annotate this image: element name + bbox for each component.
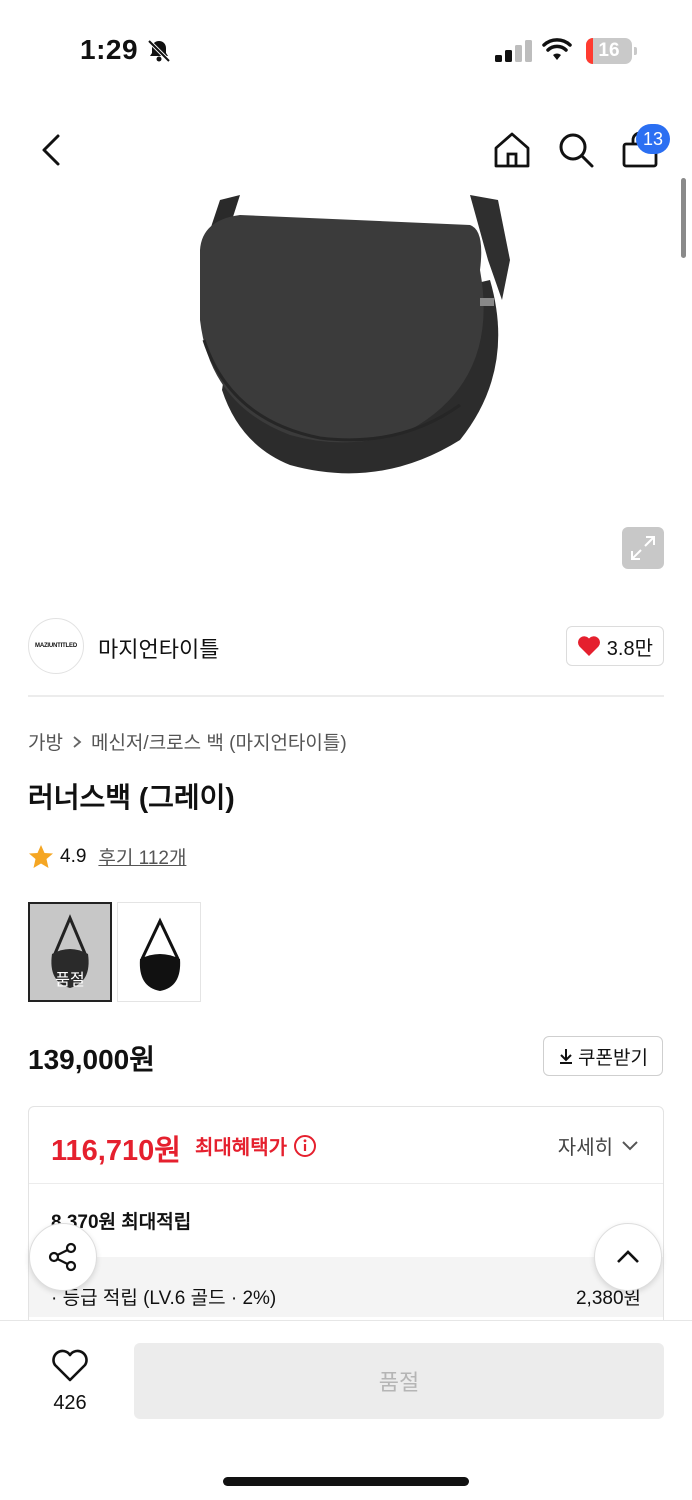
share-button[interactable]	[29, 1223, 97, 1291]
expand-icon	[631, 536, 655, 560]
status-bar: 1:29 16	[0, 0, 692, 100]
search-icon[interactable]	[556, 130, 596, 170]
info-icon[interactable]	[293, 1134, 317, 1158]
cart-count-badge: 13	[636, 124, 670, 154]
detail-toggle[interactable]: 자세히	[558, 1131, 639, 1160]
color-option-black[interactable]	[117, 902, 201, 1002]
coupon-label: 쿠폰받기	[578, 1047, 648, 1069]
home-icon[interactable]	[492, 130, 532, 170]
download-icon	[560, 1049, 573, 1064]
bell-muted-icon	[147, 39, 171, 63]
share-icon	[48, 1242, 77, 1272]
bag-thumbnail-black	[139, 917, 181, 991]
product-bag-image[interactable]	[180, 190, 520, 490]
coupon-download-button[interactable]: 쿠폰받기	[543, 1036, 663, 1076]
heart-filled-icon	[577, 636, 600, 656]
soldout-button[interactable]: 품절	[134, 1343, 664, 1419]
divider	[28, 695, 664, 697]
chevron-up-icon	[617, 1250, 639, 1263]
breadcrumb-category[interactable]: 가방	[28, 728, 63, 755]
max-benefit-price: 116,710원	[51, 1135, 181, 1167]
bottom-action-bar: 426 품절	[0, 1320, 692, 1500]
battery-icon: 16	[586, 38, 632, 64]
brand-logo[interactable]: MAZIUNTITLED	[28, 618, 84, 674]
chevron-down-icon	[622, 1140, 638, 1150]
divider	[29, 1183, 663, 1184]
brand-like-button[interactable]: 3.8만	[565, 626, 664, 666]
soldout-label: 품절	[55, 972, 85, 989]
scroll-indicator	[681, 178, 686, 258]
wishlist-count: 426	[53, 1392, 87, 1414]
battery-level: 16	[598, 40, 620, 61]
grade-points-label: · 등급 적립 (LV.6 골드 · 2%)	[51, 1288, 277, 1309]
expand-image-button[interactable]	[622, 527, 664, 569]
color-option-gray[interactable]: 품절	[28, 902, 112, 1002]
wishlist-button[interactable]: 426	[40, 1349, 100, 1415]
brand-name[interactable]: 마지언타이틀	[98, 632, 219, 664]
grade-points-row: · 등급 적립 (LV.6 골드 · 2%) 2,380원	[29, 1257, 663, 1317]
max-benefit-label: 최대혜택가	[195, 1137, 287, 1159]
detail-label: 자세히	[557, 1137, 613, 1159]
brand-like-count: 3.8만	[606, 637, 653, 660]
battery-cap	[634, 47, 637, 55]
product-title: 러너스백 (그레이)	[28, 782, 235, 813]
star-icon	[29, 844, 53, 868]
breadcrumb-subcategory[interactable]: 메신저/크로스 백 (마지언타이틀)	[91, 728, 347, 755]
brand-row[interactable]: MAZIUNTITLED 마지언타이틀 3.8만	[28, 618, 664, 678]
breadcrumb: 가방 메신저/크로스 백 (마지언타이틀)	[28, 728, 347, 755]
review-link[interactable]: 후기 112개	[98, 843, 186, 870]
product-price: 139,000원	[28, 1044, 155, 1075]
wifi-icon	[542, 38, 572, 60]
back-arrow-icon[interactable]	[34, 128, 74, 172]
status-time: 1:29	[80, 34, 139, 65]
scroll-top-button[interactable]	[594, 1223, 662, 1291]
chevron-right-icon	[73, 735, 82, 748]
home-indicator	[223, 1477, 469, 1486]
cellular-signal-icon	[495, 40, 532, 62]
heart-outline-icon	[52, 1349, 88, 1382]
rating-score: 4.9	[60, 845, 87, 867]
max-benefit-label-row[interactable]: 최대혜택가	[195, 1131, 317, 1160]
rating-row: 4.9 후기 112개	[28, 843, 186, 870]
